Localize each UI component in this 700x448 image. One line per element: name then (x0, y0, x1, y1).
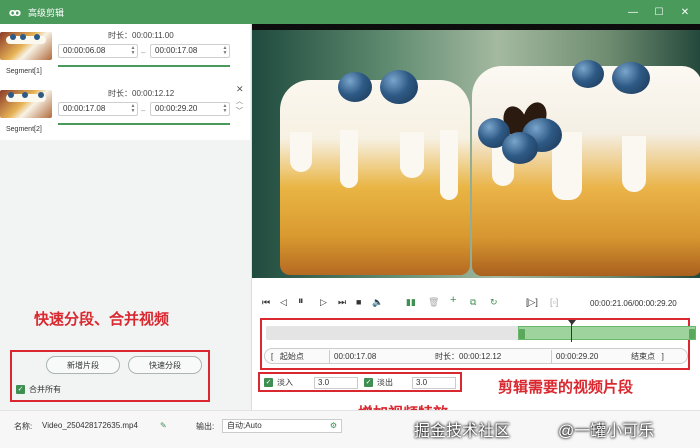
playhead-icon[interactable] (568, 320, 576, 325)
segment-item[interactable]: Segment[2] 时长：00:00:12.12 00:00:17.08 ▲ ▼ … (0, 82, 250, 138)
segment-list: Segment[1] 时长：00:00:11.00 00:00:06.08 ▲ ▼ … (0, 24, 250, 140)
segment-duration: 时长：00:00:12.12 (108, 89, 175, 98)
segment-thumbnail (0, 32, 52, 60)
segment-panel: Segment[1] 时长：00:00:11.00 00:00:06.08 ▲ ▼ … (0, 24, 252, 410)
stop-icon[interactable]: ■ (356, 297, 361, 307)
edit-icon[interactable]: ✎ (160, 421, 167, 430)
fade-in-checkbox[interactable]: ✓ 淡入 (264, 377, 293, 388)
jump-start-icon[interactable]: [▷] (526, 297, 538, 308)
pause-icon[interactable]: ⏸ (298, 295, 304, 308)
add-icon[interactable]: + (450, 294, 456, 306)
minimize-icon[interactable]: — (626, 5, 640, 19)
segment-end-field[interactable]: 00:00:17.08 ▲ ▼ (150, 44, 230, 58)
segment-label: Segment[1] (6, 68, 42, 75)
checkmark-icon: ✓ (16, 385, 25, 394)
segment-item[interactable]: Segment[1] 时长：00:00:11.00 00:00:06.08 ▲ ▼ … (0, 24, 250, 80)
video-preview (252, 24, 700, 278)
cake-left (280, 70, 470, 275)
spin-arrows-icon[interactable]: ▲ ▼ (222, 46, 228, 56)
start-time-field[interactable]: 00:00:17.08 (329, 350, 397, 363)
copy-icon[interactable]: ⧉ (470, 297, 476, 308)
jump-end-icon[interactable]: [▫] (550, 297, 558, 307)
fade-in-field[interactable]: 3.0 (314, 377, 358, 389)
checkmark-icon: ✓ (264, 378, 273, 387)
segment-progress (58, 65, 230, 67)
merge-all-checkbox[interactable]: ✓ 合并所有 (16, 384, 61, 395)
segment-label: Segment[2] (6, 126, 42, 133)
range-end-handle[interactable] (689, 329, 695, 339)
split-icon[interactable]: ▮▮ (406, 297, 416, 308)
gear-icon[interactable]: ⚙ (330, 420, 337, 432)
window-title: 高级剪辑 (28, 7, 65, 18)
segment-duration: 时长：00:00:11.00 (108, 31, 174, 40)
timecode: 00:00:21.06/00:00:29.20 (590, 299, 677, 308)
title-bar: ꝏ 高级剪辑 — ☐ ✕ (0, 0, 700, 24)
fade-out-field[interactable]: 3.0 (412, 377, 456, 389)
spin-arrows-icon[interactable]: ▲ ▼ (222, 104, 228, 114)
range-start-handle[interactable] (519, 329, 525, 339)
segment-start-field[interactable]: 00:00:06.08 ▲ ▼ (58, 44, 138, 58)
segment-start-field[interactable]: 00:00:17.08 ▲ ▼ (58, 102, 138, 116)
annotation-timeline: 剪辑需要的视频片段 (498, 379, 634, 396)
playhead[interactable] (571, 322, 572, 342)
range-controls: [ 起始点 00:00:17.08 时长：00:00:12.12 00:00:2… (264, 348, 688, 364)
add-segment-button[interactable]: 新增片段 (46, 356, 120, 374)
skip-start-icon[interactable]: ⏮ (262, 297, 270, 308)
end-button[interactable]: 结束点 ] (631, 351, 664, 362)
name-label: 名称: (14, 422, 33, 431)
maximize-icon[interactable]: ☐ (652, 5, 666, 19)
fade-out-checkbox[interactable]: ✓ 淡出 (364, 377, 393, 388)
split-merge-box: 新增片段 快速分段 ✓ 合并所有 (10, 350, 210, 402)
watermark-right: @一罐小可乐 (558, 423, 655, 440)
app-logo-icon: ꝏ (8, 6, 22, 19)
spin-arrows-icon[interactable]: ▲ ▼ (130, 104, 136, 114)
cake-right (472, 60, 700, 276)
end-time-field[interactable]: 00:00:29.20 (551, 350, 619, 363)
effects-box: ✓ 淡入 3.0 ✓ 淡出 3.0 (258, 372, 462, 392)
watermark-left: 掘金技术社区 (414, 423, 511, 440)
skip-end-icon[interactable]: ⏭ (338, 297, 346, 308)
segment-progress (58, 123, 230, 125)
quick-split-button[interactable]: 快速分段 (128, 356, 202, 374)
segment-end-field[interactable]: 00:00:29.20 ▲ ▼ (150, 102, 230, 116)
output-field[interactable]: 自动;Auto ⚙ (222, 419, 342, 433)
selected-range[interactable] (518, 326, 696, 340)
spin-arrows-icon[interactable]: ▲ ▼ (130, 46, 136, 56)
chevron-down-icon[interactable]: ﹀ (236, 106, 243, 116)
annotation-quick-split: 快速分段、合并视频 (34, 311, 170, 328)
step-back-icon[interactable]: ◁ (280, 297, 287, 308)
step-forward-icon[interactable]: ▷ (320, 297, 327, 308)
timeline-track[interactable] (266, 320, 696, 342)
start-button[interactable]: [ 起始点 (271, 351, 304, 362)
chevron-up-icon[interactable]: ︿ (236, 96, 243, 106)
bottom-bar: 名称: Video_250428172635.mp4 ✎ 输出: 自动;Auto… (0, 410, 700, 448)
close-icon[interactable]: ✕ (678, 5, 692, 19)
refresh-icon[interactable]: ↻ (490, 297, 498, 308)
delete-icon[interactable]: 🗑 (428, 297, 439, 308)
file-name: Video_250428172635.mp4 (42, 421, 138, 430)
range-duration: 时长：00:00:12.12 (435, 352, 502, 361)
volume-icon[interactable]: 🔈 (372, 297, 383, 308)
segment-thumbnail (0, 90, 52, 118)
close-segment-icon[interactable]: ✕ (236, 84, 244, 95)
checkmark-icon: ✓ (364, 378, 373, 387)
output-label: 输出: (196, 422, 215, 431)
